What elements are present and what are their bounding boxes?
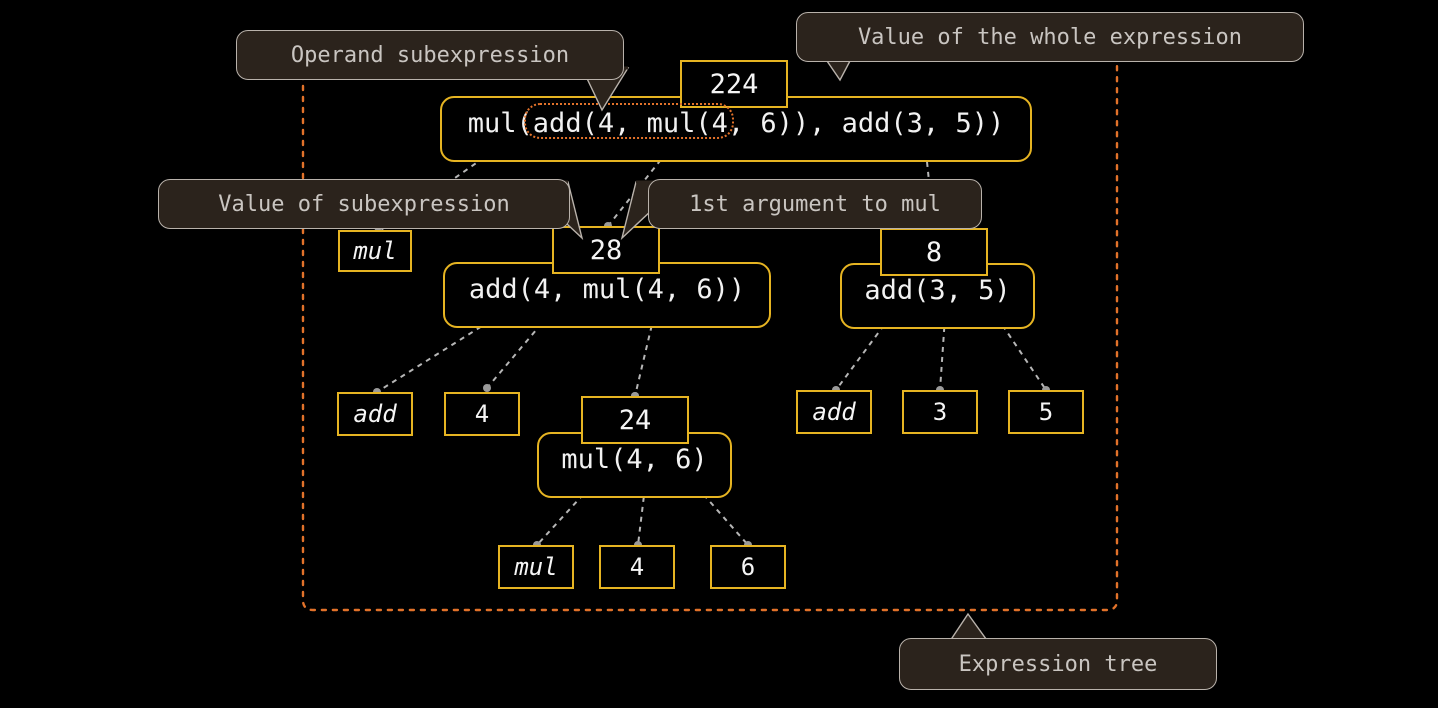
level2-operator-leaf: mul bbox=[338, 230, 412, 272]
level2-right-value-box: 8 bbox=[880, 228, 988, 276]
level2-left-expression-text: add(4, mul(4, 6)) bbox=[468, 273, 746, 305]
level3-left-operator-leaf: add bbox=[337, 392, 413, 436]
level4-operator-leaf: mul bbox=[498, 545, 574, 589]
callout-value-of-subexpression: Value of subexpression bbox=[158, 179, 570, 229]
callout-value-of-whole-expression: Value of the whole expression bbox=[796, 12, 1304, 62]
level4-second-arg-box: 6 bbox=[710, 545, 786, 589]
callout-operand-subexpression: Operand subexpression bbox=[236, 30, 624, 80]
level3-right-second-arg-box: 5 bbox=[1008, 390, 1084, 434]
level3-left-second-value-box: 24 bbox=[581, 396, 689, 444]
root-value-box: 224 bbox=[680, 60, 788, 108]
level2-right-expression-text: add(3, 5) bbox=[864, 274, 1011, 306]
level4-first-arg-box: 4 bbox=[599, 545, 675, 589]
level3-left-second-expression-text: mul(4, 6) bbox=[561, 443, 708, 475]
left-child-connectors bbox=[376, 315, 655, 397]
expression-tree-diagram: mul(add(4, mul(4, 6)), add(3, 5)) 224 mu… bbox=[0, 0, 1438, 708]
level3-right-first-arg-box: 3 bbox=[902, 390, 978, 434]
level3-right-operator-leaf: add bbox=[796, 390, 872, 434]
callout-expression-tree: Expression tree bbox=[899, 638, 1217, 690]
level3-left-first-arg-box: 4 bbox=[444, 392, 520, 436]
callout-first-argument-to-mul: 1st argument to mul bbox=[648, 179, 982, 229]
root-expression-text: mul(add(4, mul(4, 6)), add(3, 5)) bbox=[467, 107, 1005, 139]
